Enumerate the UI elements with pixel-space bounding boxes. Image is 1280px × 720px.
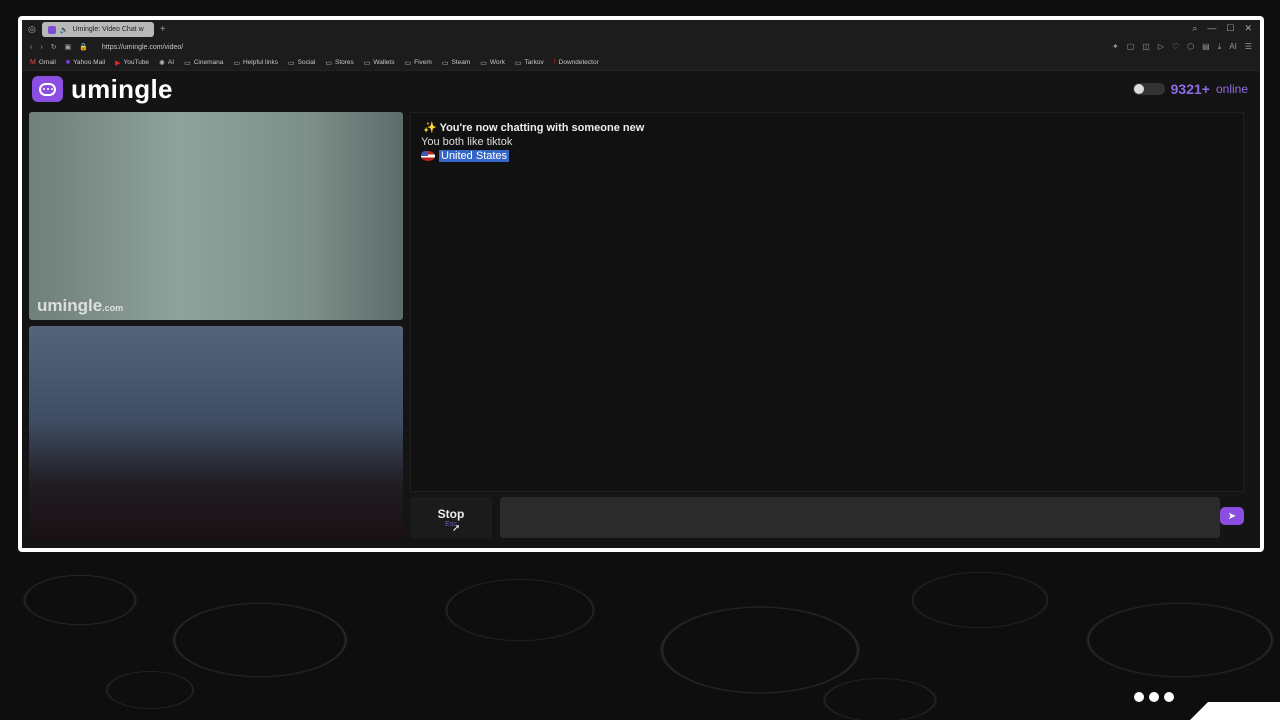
heart-icon[interactable]: ♡ [1172, 42, 1179, 52]
umingle-favicon-icon [47, 25, 56, 34]
self-video [29, 326, 403, 538]
site-header: umingle 9321+ online [22, 71, 1260, 107]
youtube-icon: ▶ [115, 59, 121, 67]
bookmark-stores[interactable]: ▭ Stores [325, 59, 353, 67]
send-icon: ➤ [1227, 510, 1237, 522]
url-field[interactable]: https://umingle.com/video/ [102, 44, 183, 51]
online-indicator: 9321+ online [1132, 81, 1248, 97]
folder-icon: ▭ [288, 59, 295, 67]
audio-icon: 🔊 [59, 26, 69, 34]
online-label: online [1215, 82, 1248, 96]
stop-button[interactable]: Stop Esc [410, 497, 492, 538]
lock-icon[interactable]: 🔒 [79, 43, 88, 51]
send-button[interactable]: ➤ [1220, 507, 1244, 525]
forward-icon[interactable]: › [40, 44, 42, 51]
bookmark-wallets[interactable]: ▭ Wallets [364, 59, 395, 67]
back-icon[interactable]: ‹ [30, 44, 32, 51]
browser-menu-icon[interactable]: ◎ [28, 24, 36, 35]
chat-input[interactable] [500, 497, 1220, 538]
stranger-video: umingle.com [29, 112, 403, 320]
system-message: ✨ You're now chatting with someone new [423, 122, 645, 134]
extensions-toolbar: ✦ ▢ ◫ ▷ ♡ ⬡ ▤ ⤓ AI ☰ [1112, 42, 1252, 52]
tab-strip: ◎ 🔊 Umingle: Video Chat w + ⌕ — ☐ ✕ [22, 20, 1260, 39]
folder-icon: ▭ [441, 59, 449, 67]
ai-icon: ✺ [159, 59, 165, 67]
bookmark-ai[interactable]: ✺ AI [159, 59, 174, 67]
downdetector-icon: ! [553, 59, 556, 66]
bookmark-gmail[interactable]: M Gmail [30, 59, 56, 66]
umingle-logo-icon[interactable] [32, 76, 63, 102]
reload-icon[interactable]: ↻ [51, 43, 57, 51]
tab-title: Umingle: Video Chat w [72, 26, 144, 33]
country-message: United States [421, 150, 1233, 162]
camera-icon[interactable]: ▣ [65, 43, 72, 51]
browser-window: ◎ 🔊 Umingle: Video Chat w + ⌕ — ☐ ✕ ‹ › … [22, 20, 1260, 548]
wallet-icon[interactable]: ▤ [1202, 42, 1210, 52]
online-count: 9321+ [1170, 81, 1210, 97]
screenshot-icon[interactable]: ▢ [1127, 42, 1135, 52]
bookmarks-bar: M Gmail ■ Yahoo Mail ▶ YouTube ✺ AI ▭ Cineman… [22, 55, 1260, 71]
folder-icon: ▭ [325, 59, 332, 67]
theme-toggle[interactable] [1132, 83, 1165, 95]
window-controls: ⌕ — ☐ ✕ [1192, 23, 1252, 34]
download-icon[interactable]: ⤓ [1218, 42, 1222, 52]
bookmark-work[interactable]: ▭ Work [480, 59, 505, 67]
us-flag-icon [421, 151, 435, 161]
folder-icon: ▭ [233, 59, 240, 67]
address-bar-row: ‹ › ↻ ▣ 🔒 https://umingle.com/video/ ✦ ▢… [22, 39, 1260, 55]
folder-icon: ▭ [363, 59, 371, 67]
bookmark-fivem[interactable]: ▭ Fivem [404, 59, 431, 67]
close-icon[interactable]: ✕ [1244, 23, 1252, 34]
bookmark-helpful-links[interactable]: ▭ Helpful links [233, 59, 278, 67]
sparkle-icon: ✨ [423, 122, 440, 134]
country-label: United States [439, 150, 510, 162]
tab-umingle[interactable]: 🔊 Umingle: Video Chat w [41, 22, 154, 37]
chat-panel: ✨ You're now chatting with someone new Y… [410, 112, 1244, 492]
pagination-dots [1134, 692, 1174, 702]
maximize-icon[interactable]: ☐ [1226, 23, 1234, 34]
gmail-icon: M [30, 59, 36, 66]
minimize-icon[interactable]: — [1207, 23, 1216, 34]
window-frame: ◎ 🔊 Umingle: Video Chat w + ⌕ — ☐ ✕ ‹ › … [18, 16, 1264, 552]
interest-message: You both like tiktok [421, 136, 513, 148]
new-tab-button[interactable]: + [160, 24, 166, 35]
bookmark-yahoo-mail[interactable]: ■ Yahoo Mail [66, 59, 105, 66]
menu-icon[interactable]: ☰ [1245, 42, 1252, 52]
video-watermark: umingle.com [37, 296, 124, 315]
bookmark-tarkov[interactable]: ▭ Tarkov [515, 59, 544, 67]
yahoo-icon: ■ [65, 59, 71, 66]
bookmark-social[interactable]: ▭ Social [288, 59, 315, 67]
search-tabs-icon[interactable]: ⌕ [1192, 23, 1197, 34]
chat-icon[interactable]: ◫ [1142, 42, 1150, 52]
bookmark-steam[interactable]: ▭ Steam [442, 59, 470, 67]
pin-icon[interactable]: ✦ [1112, 42, 1119, 52]
bookmark-downdetector[interactable]: ! Downdetector [554, 59, 599, 66]
ai-icon[interactable]: AI [1229, 42, 1237, 52]
play-icon[interactable]: ▷ [1158, 42, 1164, 52]
extension-icon[interactable]: ⬡ [1187, 42, 1194, 52]
folder-icon: ▭ [480, 59, 487, 67]
bookmark-youtube[interactable]: ▶ YouTube [115, 59, 149, 67]
bookmark-cinemana[interactable]: ▭ Cinemana [184, 59, 223, 67]
brand-name[interactable]: umingle [71, 74, 173, 105]
folder-icon: ▭ [184, 59, 191, 67]
folder-icon: ▭ [514, 59, 522, 67]
mouse-cursor-icon: ➚ [452, 523, 461, 534]
folder-icon: ▭ [404, 59, 412, 67]
